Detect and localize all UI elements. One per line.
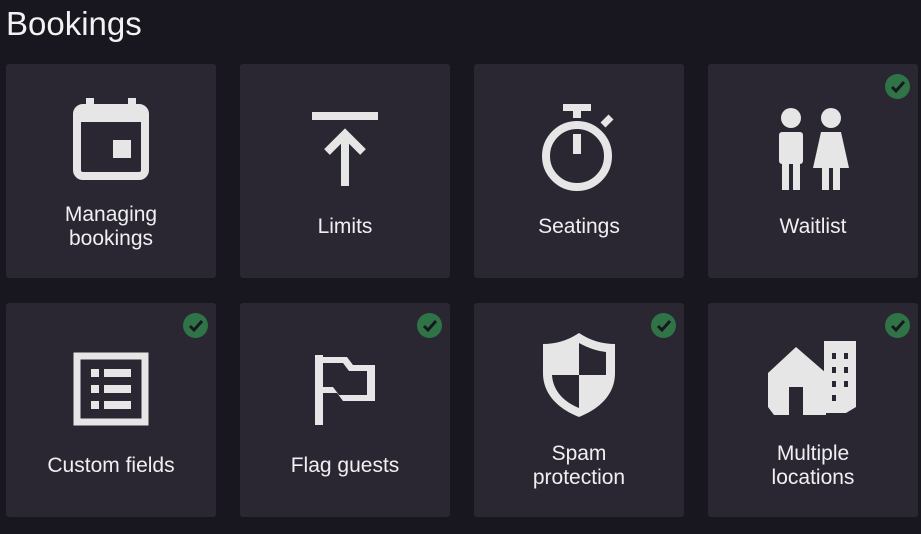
tile-label-line2: protection — [532, 466, 626, 489]
tile-label-line1: Waitlist — [779, 215, 847, 238]
shield-icon — [474, 331, 684, 419]
check-icon — [417, 313, 442, 338]
tile-spam-protection[interactable]: Spam protection — [474, 303, 684, 517]
check-icon — [885, 74, 910, 99]
tile-label-line1: Custom fields — [47, 454, 175, 477]
tile-label-line1: Multiple — [776, 442, 850, 465]
flag-icon — [240, 353, 450, 427]
tile-waitlist[interactable]: Waitlist — [708, 64, 918, 278]
people-icon — [708, 108, 918, 192]
buildings-icon — [708, 339, 918, 415]
tile-label-line1: Seatings — [538, 215, 620, 238]
check-icon — [183, 313, 208, 338]
form-list-icon — [6, 352, 216, 426]
tile-label-line1: Limits — [317, 215, 373, 238]
tile-label-line1: Flag guests — [290, 454, 400, 477]
stopwatch-icon — [474, 104, 684, 192]
upload-limit-icon — [240, 112, 450, 188]
tile-limits[interactable]: Limits — [240, 64, 450, 278]
tile-managing-bookings[interactable]: Managing bookings — [6, 64, 216, 278]
tile-label-line1: Spam — [551, 442, 607, 465]
tile-custom-fields[interactable]: Custom fields — [6, 303, 216, 517]
tile-label-line1: Managing — [64, 203, 158, 226]
tile-seatings[interactable]: Seatings — [474, 64, 684, 278]
check-icon — [885, 313, 910, 338]
page-title: Bookings — [6, 5, 142, 42]
tile-label-line2: locations — [771, 466, 855, 489]
tile-label-line2: bookings — [68, 227, 154, 250]
tile-multiple-locations[interactable]: Multiple locations — [708, 303, 918, 517]
calendar-icon — [6, 96, 216, 180]
tile-flag-guests[interactable]: Flag guests — [240, 303, 450, 517]
